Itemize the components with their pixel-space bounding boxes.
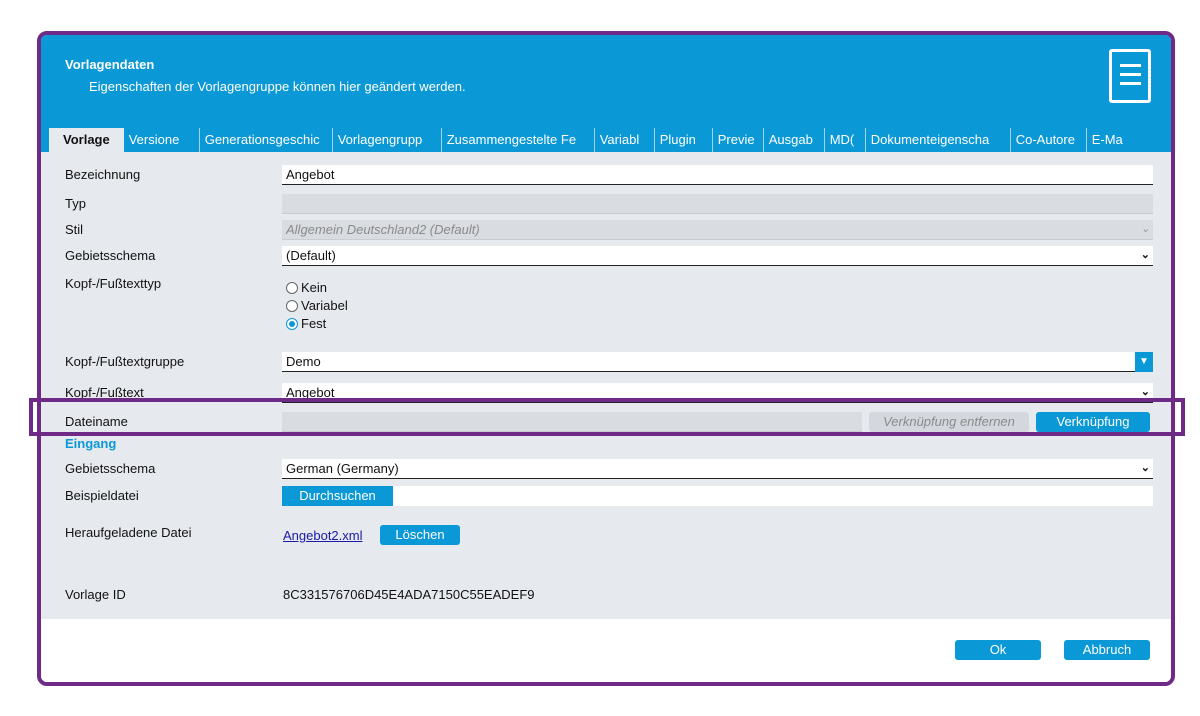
radio-kein-circle[interactable] [286,281,298,294]
chevron-down-icon: ⌄ [1140,223,1150,235]
tab-mdc[interactable]: MD( [825,128,866,152]
beispieldatei-file-input[interactable] [282,486,1153,506]
ok-button[interactable]: Ok [955,640,1041,660]
dialog-subtitle: Eigenschaften der Vorlagengruppe können … [89,79,466,94]
tab-preview[interactable]: Previe [713,128,764,152]
tab-co-autoren[interactable]: Co-Autore [1011,128,1087,152]
label-stil: Stil [65,222,84,237]
kopf-fusstextgruppe-value: Demo [286,354,321,369]
radio-kein[interactable]: Kein [286,280,327,295]
label-bezeichnung: Bezeichnung [65,167,141,182]
form-panel: Bezeichnung Angebot Typ Stil Allgemein D… [41,152,1171,619]
tab-zusammengestellte-felder[interactable]: Zusammengestelte Fe [442,128,595,152]
vorlage-id-value: 8C331576706D45E4ADA7150C55EADEF9 [283,587,535,602]
typ-field [282,194,1153,214]
section-eingang: Eingang [65,436,117,451]
eingang-gebietsschema-value: German (Germany) [286,461,399,476]
stil-value: Allgemein Deutschland2 (Default) [286,222,480,237]
label-kopf-fusstexttyp: Kopf-/Fußtexttyp [65,276,162,291]
radio-fest-label: Fest [301,316,327,331]
label-beispieldatei: Beispieldatei [65,488,139,503]
label-kopf-fusstextgruppe: Kopf-/Fußtextgruppe [65,354,185,369]
tab-email[interactable]: E-Ma [1087,128,1127,152]
radio-fest[interactable]: Fest [286,316,326,331]
delete-file-button[interactable]: Löschen [380,525,460,545]
tab-variablen[interactable]: Variabl [595,128,655,152]
dropdown-arrow-icon[interactable]: ▼ [1135,352,1153,372]
dialog-header: Vorlagendaten Eigenschaften der Vorlagen… [41,35,1171,152]
tab-vorlage[interactable]: Vorlage [49,128,124,152]
tab-generationsgeschichte[interactable]: Generationsgeschic [200,128,333,152]
chevron-down-icon: ⌄ [1140,462,1150,474]
dialog-footer: Ok Abbruch [41,619,1171,682]
bezeichnung-input[interactable]: Angebot [282,165,1153,185]
dateiname-highlight-frame [29,398,1185,436]
tab-versionen[interactable]: Versione [124,128,200,152]
radio-fest-circle[interactable] [286,317,298,330]
document-icon [1109,49,1151,103]
chevron-down-icon: ⌄ [1140,249,1150,261]
stil-select: Allgemein Deutschland2 (Default) ⌄ [282,220,1153,240]
gebietsschema-select[interactable]: (Default) ⌄ [282,246,1153,266]
browse-button[interactable]: Durchsuchen [282,486,393,506]
label-typ: Typ [65,196,86,211]
radio-kein-label: Kein [301,280,328,295]
label-heraufgeladene-datei: Heraufgeladene Datei [65,525,192,540]
radio-variabel-circle[interactable] [286,299,298,312]
tab-bar: Vorlage Versione Generationsgeschic Vorl… [49,128,1127,152]
template-data-dialog: Vorlagendaten Eigenschaften der Vorlagen… [37,31,1175,686]
cancel-button[interactable]: Abbruch [1064,640,1150,660]
tab-vorlagengruppe[interactable]: Vorlagengrupp [333,128,442,152]
label-eingang-gebietsschema: Gebietsschema [65,461,156,476]
uploaded-file-link[interactable]: Angebot2.xml [283,528,363,543]
eingang-gebietsschema-select[interactable]: German (Germany) ⌄ [282,459,1153,479]
gebietsschema-value: (Default) [286,248,336,263]
tab-ausgabe[interactable]: Ausgab [764,128,825,152]
dialog-title: Vorlagendaten [65,57,155,72]
kopf-fusstextgruppe-select[interactable]: Demo ▼ [282,352,1153,372]
tab-dokumenteigenschaften[interactable]: Dokumenteigenscha [866,128,1011,152]
label-vorlage-id: Vorlage ID [65,587,126,602]
radio-variabel[interactable]: Variabel [286,298,348,313]
label-gebietsschema: Gebietsschema [65,248,156,263]
tab-plugins[interactable]: Plugin [655,128,713,152]
radio-variabel-label: Variabel [301,298,348,313]
